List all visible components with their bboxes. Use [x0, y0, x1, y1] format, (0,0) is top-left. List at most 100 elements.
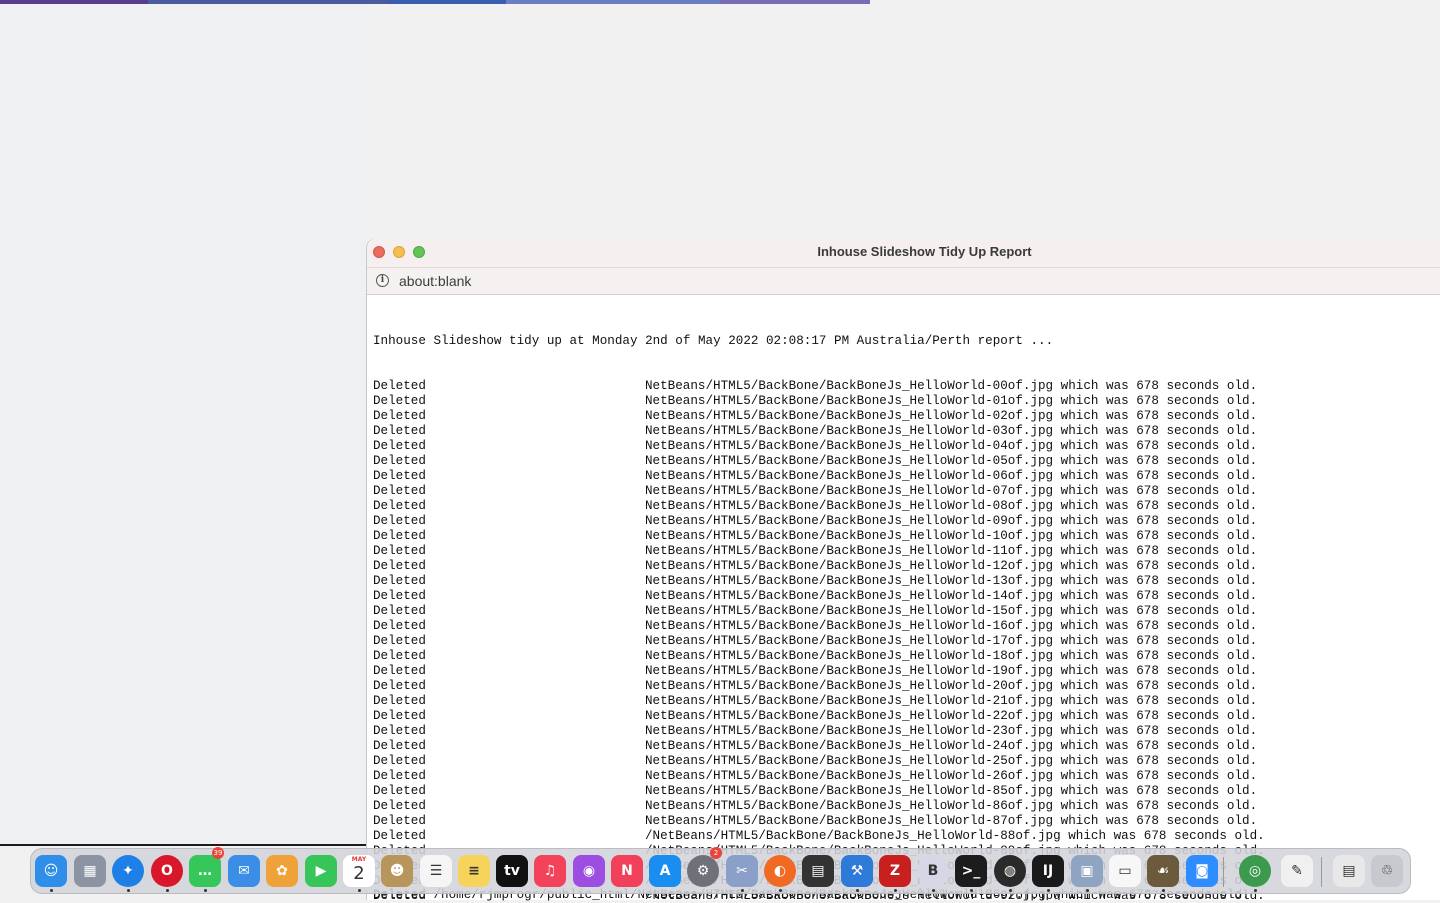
report-line-action: Deleted	[373, 454, 426, 468]
report-line-action: Deleted	[373, 574, 426, 588]
preview-icon[interactable]: ✂	[726, 855, 758, 887]
report-line: Deleted NetBeans/HTML5/BackBone/BackBoneJ…	[373, 499, 1433, 514]
script-editor-icon[interactable]: ✎	[1281, 855, 1313, 887]
report-line-detail: NetBeans/HTML5/BackBone/BackBoneJs_Hello…	[645, 589, 1258, 603]
report-line-detail: NetBeans/HTML5/BackBone/BackBoneJs_Hello…	[645, 379, 1258, 393]
report-line-detail: NetBeans/HTML5/BackBone/BackBoneJs_Hello…	[645, 799, 1258, 813]
running-indicator	[856, 889, 859, 892]
messages-icon[interactable]: …	[189, 855, 221, 887]
url-text[interactable]: about:blank	[399, 273, 471, 289]
opera-icon[interactable]: O	[151, 855, 183, 887]
calendar-icon[interactable]: MAY 2	[343, 855, 375, 887]
report-line: Deleted NetBeans/HTML5/BackBone/BackBoneJ…	[373, 394, 1433, 409]
trash-icon[interactable]: ♲	[1371, 855, 1403, 887]
report-line: Deleted NetBeans/HTML5/BackBone/BackBoneJ…	[373, 679, 1433, 694]
notes-icon[interactable]: ≡	[458, 855, 490, 887]
chrome-icon[interactable]: ◎	[1239, 855, 1271, 887]
report-line-action: Deleted	[373, 649, 426, 663]
gimp-icon[interactable]: ☙	[1147, 855, 1179, 887]
running-indicator	[1254, 889, 1257, 892]
report-line-action: Deleted	[373, 529, 426, 543]
system-preferences-icon[interactable]: ⚙	[687, 855, 719, 887]
photos-icon[interactable]: ✿	[266, 855, 298, 887]
report-line-action: Deleted	[373, 634, 426, 648]
reminders-icon[interactable]: ☰	[420, 855, 452, 887]
dock: ☺ ▦ ✦ O… 39 ✉ ✿ ▶ MAY 2 ☻ ☰ ≡ tv ♫ ◉ N A ⚙ 2 ✂ ◐ ▤ ⚒ Z B >_ ◍ IJ ▣ ▭ ☙ ◙…	[30, 847, 1411, 894]
report-line: Deleted NetBeans/HTML5/BackBone/BackBoneJ…	[373, 619, 1433, 634]
terminal-icon[interactable]: >_	[955, 855, 987, 887]
finder-icon[interactable]: ☺	[35, 855, 67, 887]
report-line-detail: NetBeans/HTML5/BackBone/BackBoneJs_Hello…	[645, 664, 1258, 678]
running-indicator	[1086, 889, 1089, 892]
report-line: Deleted NetBeans/HTML5/BackBone/BackBoneJ…	[373, 544, 1433, 559]
report-line-action: Deleted	[373, 709, 426, 723]
report-line-action: Deleted	[373, 409, 426, 423]
music-icon[interactable]: ♫	[534, 855, 566, 887]
address-bar[interactable]: i about:blank	[367, 268, 1440, 295]
firefox-icon[interactable]: ◐	[764, 855, 796, 887]
report-line: Deleted NetBeans/HTML5/BackBone/BackBoneJ…	[373, 664, 1433, 679]
report-line: Deleted NetBeans/HTML5/BackBone/BackBoneJ…	[373, 649, 1433, 664]
report-window[interactable]: Inhouse Slideshow Tidy Up Report i about…	[367, 238, 1440, 900]
documents-stack-icon[interactable]: ▤	[1333, 855, 1365, 887]
filezilla-icon[interactable]: Z	[879, 855, 911, 887]
facetime-icon[interactable]: ▶	[305, 855, 337, 887]
report-line: Deleted NetBeans/HTML5/BackBone/BackBoneJ…	[373, 769, 1433, 784]
report-line-action: Deleted	[373, 424, 426, 438]
report-line-action: Deleted	[373, 754, 426, 768]
report-line-action: Deleted	[373, 784, 426, 798]
apple-tv-icon[interactable]: tv	[496, 855, 528, 887]
report-line-action: Deleted	[373, 724, 426, 738]
bbedit-icon[interactable]: B	[917, 855, 949, 887]
report-line-detail: NetBeans/HTML5/BackBone/BackBoneJs_Hello…	[645, 454, 1258, 468]
window-title: Inhouse Slideshow Tidy Up Report	[817, 244, 1032, 259]
app-store-icon[interactable]: A	[649, 855, 681, 887]
calendar-day: 2	[353, 863, 365, 884]
report-line-action: Deleted	[373, 394, 426, 408]
report-line-action: Deleted	[373, 739, 426, 753]
report-line-action: Deleted	[373, 829, 426, 843]
window-titlebar[interactable]: Inhouse Slideshow Tidy Up Report	[367, 238, 1440, 268]
launchpad-icon[interactable]: ▦	[74, 855, 106, 887]
running-indicator	[932, 889, 935, 892]
report-line: Deleted NetBeans/HTML5/BackBone/BackBoneJ…	[373, 409, 1433, 424]
report-line-detail: NetBeans/HTML5/BackBone/BackBoneJs_Hello…	[645, 784, 1258, 798]
report-line-action: Deleted	[373, 589, 426, 603]
xcode-icon[interactable]: ⚒	[841, 855, 873, 887]
calculator-icon[interactable]: ▤	[802, 855, 834, 887]
background-window	[0, 4, 366, 846]
dock-separator	[1321, 857, 1322, 887]
contacts-icon[interactable]: ☻	[381, 855, 413, 887]
report-line: Deleted NetBeans/HTML5/BackBone/BackBoneJ…	[373, 469, 1433, 484]
report-line: Deleted NetBeans/HTML5/BackBone/BackBoneJ…	[373, 724, 1433, 739]
report-line-detail: NetBeans/HTML5/BackBone/BackBoneJs_Hello…	[645, 439, 1258, 453]
safari-icon[interactable]: ✦	[112, 855, 144, 887]
notification-badge: 39	[212, 847, 224, 859]
running-indicator	[1047, 889, 1050, 892]
report-line: Deleted NetBeans/HTML5/BackBone/BackBoneJ…	[373, 424, 1433, 439]
podcasts-icon[interactable]: ◉	[573, 855, 605, 887]
sequel-pro-icon[interactable]: ◍	[994, 855, 1026, 887]
report-header: Inhouse Slideshow tidy up at Monday 2nd …	[373, 334, 1054, 348]
report-line: Deleted NetBeans/HTML5/BackBone/BackBoneJ…	[373, 529, 1433, 544]
report-line-action: Deleted	[373, 499, 426, 513]
zoom-icon[interactable]: ◙	[1186, 855, 1218, 887]
report-line: Deleted NetBeans/HTML5/BackBone/BackBoneJ…	[373, 814, 1433, 829]
mail-icon[interactable]: ✉	[228, 855, 260, 887]
report-line-action: Deleted	[373, 799, 426, 813]
report-line: Deleted NetBeans/HTML5/BackBone/BackBoneJ…	[373, 694, 1433, 709]
intellij-icon[interactable]: IJ	[1032, 855, 1064, 887]
report-line-detail: NetBeans/HTML5/BackBone/BackBoneJs_Hello…	[645, 619, 1258, 633]
info-icon[interactable]: i	[376, 274, 389, 287]
report-line-detail: NetBeans/HTML5/BackBone/BackBoneJs_Hello…	[645, 694, 1258, 708]
screenshot-icon[interactable]: ▣	[1071, 855, 1103, 887]
report-line: Deleted NetBeans/HTML5/BackBone/BackBoneJ…	[373, 799, 1433, 814]
report-line-detail: NetBeans/HTML5/BackBone/BackBoneJs_Hello…	[645, 469, 1258, 483]
report-line: Deleted NetBeans/HTML5/BackBone/BackBoneJ…	[373, 739, 1433, 754]
textedit-icon[interactable]: ▭	[1109, 855, 1141, 887]
report-line-detail: NetBeans/HTML5/BackBone/BackBoneJs_Hello…	[645, 424, 1258, 438]
report-line: Deleted NetBeans/HTML5/BackBone/BackBoneJ…	[373, 379, 1433, 394]
news-icon[interactable]: N	[611, 855, 643, 887]
running-indicator	[50, 889, 53, 892]
report-line-detail: NetBeans/HTML5/BackBone/BackBoneJs_Hello…	[645, 754, 1258, 768]
